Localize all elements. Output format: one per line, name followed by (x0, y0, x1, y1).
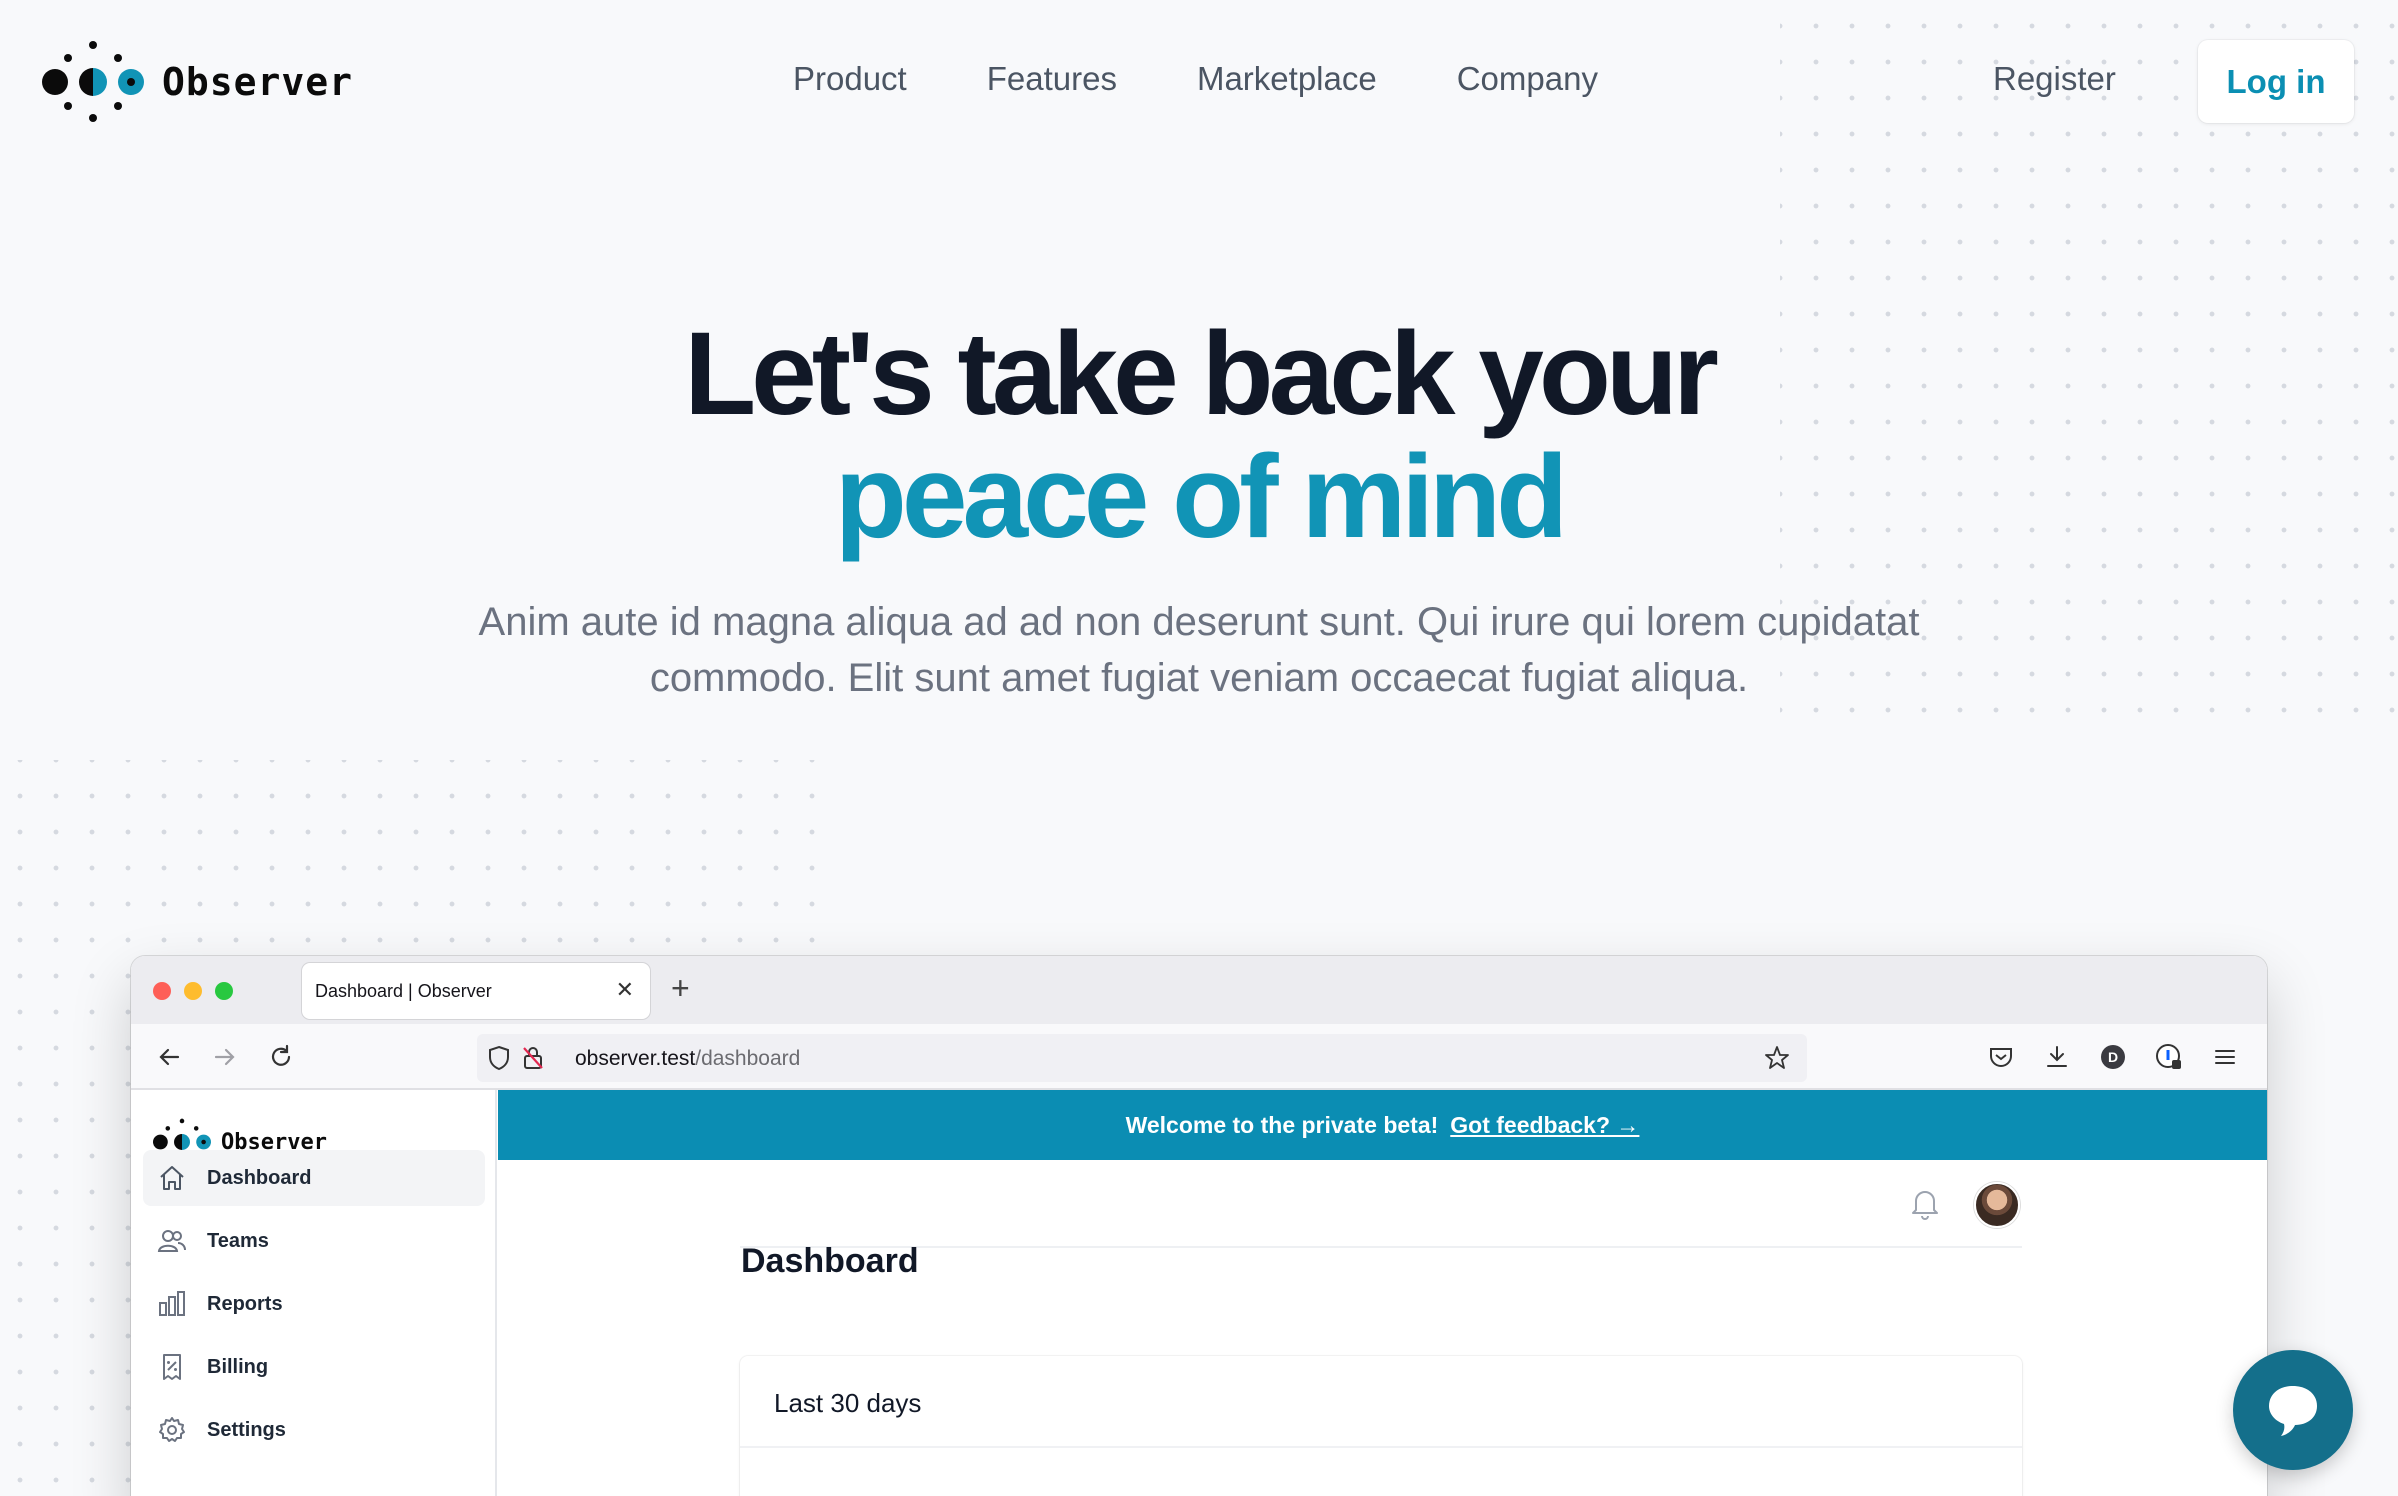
beta-banner-text: Welcome to the private beta! (1125, 1111, 1439, 1138)
header-divider (740, 1246, 2022, 1248)
reload-icon[interactable] (265, 1041, 297, 1073)
nav-link-marketplace[interactable]: Marketplace (1197, 60, 1377, 98)
window-minimize-dot[interactable] (184, 982, 202, 1000)
sidebar-item-reports[interactable]: Reports (143, 1276, 485, 1332)
pocket-icon[interactable] (1985, 1041, 2017, 1073)
sidebar-item-teams[interactable]: Teams (143, 1213, 485, 1269)
stats-card: Last 30 days (740, 1356, 2022, 1496)
gear-icon (159, 1417, 185, 1442)
user-avatar[interactable] (1974, 1182, 2020, 1228)
url-text: observer.test/dashboard (575, 1047, 800, 1071)
browser-tab[interactable]: Dashboard | Observer ✕ (302, 963, 650, 1019)
shield-icon[interactable] (483, 1042, 515, 1074)
home-icon (160, 1166, 184, 1190)
chat-bubble-icon (2269, 1386, 2317, 1436)
url-host: observer.test (575, 1047, 696, 1070)
app-sidebar: Observer Dashboard Teams Reports Billing… (131, 1090, 497, 1496)
profile-extension-icon[interactable]: D (2097, 1041, 2129, 1073)
url-path: /dashboard (695, 1047, 801, 1070)
sidebar-item-dashboard[interactable]: Dashboard (143, 1150, 485, 1206)
top-navigation: Observer Product Features Marketplace Co… (0, 0, 2398, 165)
hero-title-line-2: peace of mind (834, 431, 1568, 563)
observer-logo-icon (42, 41, 144, 122)
sidebar-item-label: Dashboard (207, 1166, 312, 1189)
login-button[interactable]: Log in (2198, 40, 2354, 123)
address-bar[interactable]: observer.test/dashboard (477, 1034, 1807, 1082)
register-link[interactable]: Register (1993, 60, 2116, 98)
sidebar-item-label: Teams (207, 1229, 269, 1252)
bookmark-star-icon[interactable] (1761, 1042, 1793, 1074)
sidebar-item-billing[interactable]: Billing (143, 1339, 485, 1395)
nav-link-features[interactable]: Features (987, 60, 1117, 98)
sidebar-item-label: Settings (207, 1418, 286, 1441)
profile-initial: D (2107, 1049, 2119, 1065)
window-zoom-dot[interactable] (215, 982, 233, 1000)
nav-link-company[interactable]: Company (1457, 60, 1598, 98)
primary-nav: Product Features Marketplace Company (793, 60, 1678, 98)
site-logo-text: Observer (162, 60, 354, 104)
browser-tab-bar: Dashboard | Observer ✕ + (131, 956, 2267, 1024)
password-manager-icon[interactable] (2153, 1041, 2185, 1073)
card-divider (740, 1446, 2022, 1448)
sidebar-item-label: Reports (207, 1292, 283, 1315)
site-logo[interactable]: Observer (42, 40, 353, 124)
chart-bar-icon (159, 1291, 185, 1316)
bell-icon[interactable] (1910, 1186, 1940, 1225)
hero-subtitle: Anim aute id magna aliqua ad ad non dese… (478, 600, 1920, 700)
receipt-icon (163, 1354, 181, 1380)
users-icon (157, 1230, 186, 1252)
back-arrow-icon[interactable] (153, 1041, 185, 1073)
app-main-content: Dashboard Last 30 days (498, 1160, 2267, 1496)
forward-arrow-icon[interactable] (209, 1041, 241, 1073)
browser-tab-title: Dashboard | Observer (315, 980, 492, 1001)
sidebar-item-label: Billing (207, 1355, 269, 1378)
browser-toolbar: observer.test/dashboard D (131, 1024, 2267, 1090)
close-tab-icon[interactable]: ✕ (616, 977, 634, 1003)
chat-launcher-button[interactable] (2233, 1350, 2353, 1470)
sidebar-item-settings[interactable]: Settings (143, 1402, 485, 1458)
new-tab-icon[interactable]: + (671, 970, 690, 1007)
hero-title-line-1: Let's take back your (684, 308, 1719, 440)
insecure-lock-icon[interactable] (517, 1042, 549, 1074)
nav-link-product[interactable]: Product (793, 60, 907, 98)
card-title: Last 30 days (774, 1388, 922, 1418)
page-title: Dashboard (741, 1242, 919, 1280)
browser-window-mockup: Dashboard | Observer ✕ + observer.test/d… (131, 956, 2267, 1496)
window-close-dot[interactable] (153, 982, 171, 1000)
feedback-link[interactable]: Got feedback? → (1450, 1112, 1639, 1139)
download-icon[interactable] (2041, 1041, 2073, 1073)
hamburger-menu-icon[interactable] (2209, 1041, 2241, 1073)
beta-banner: Welcome to the private beta! Got feedbac… (498, 1090, 2267, 1160)
